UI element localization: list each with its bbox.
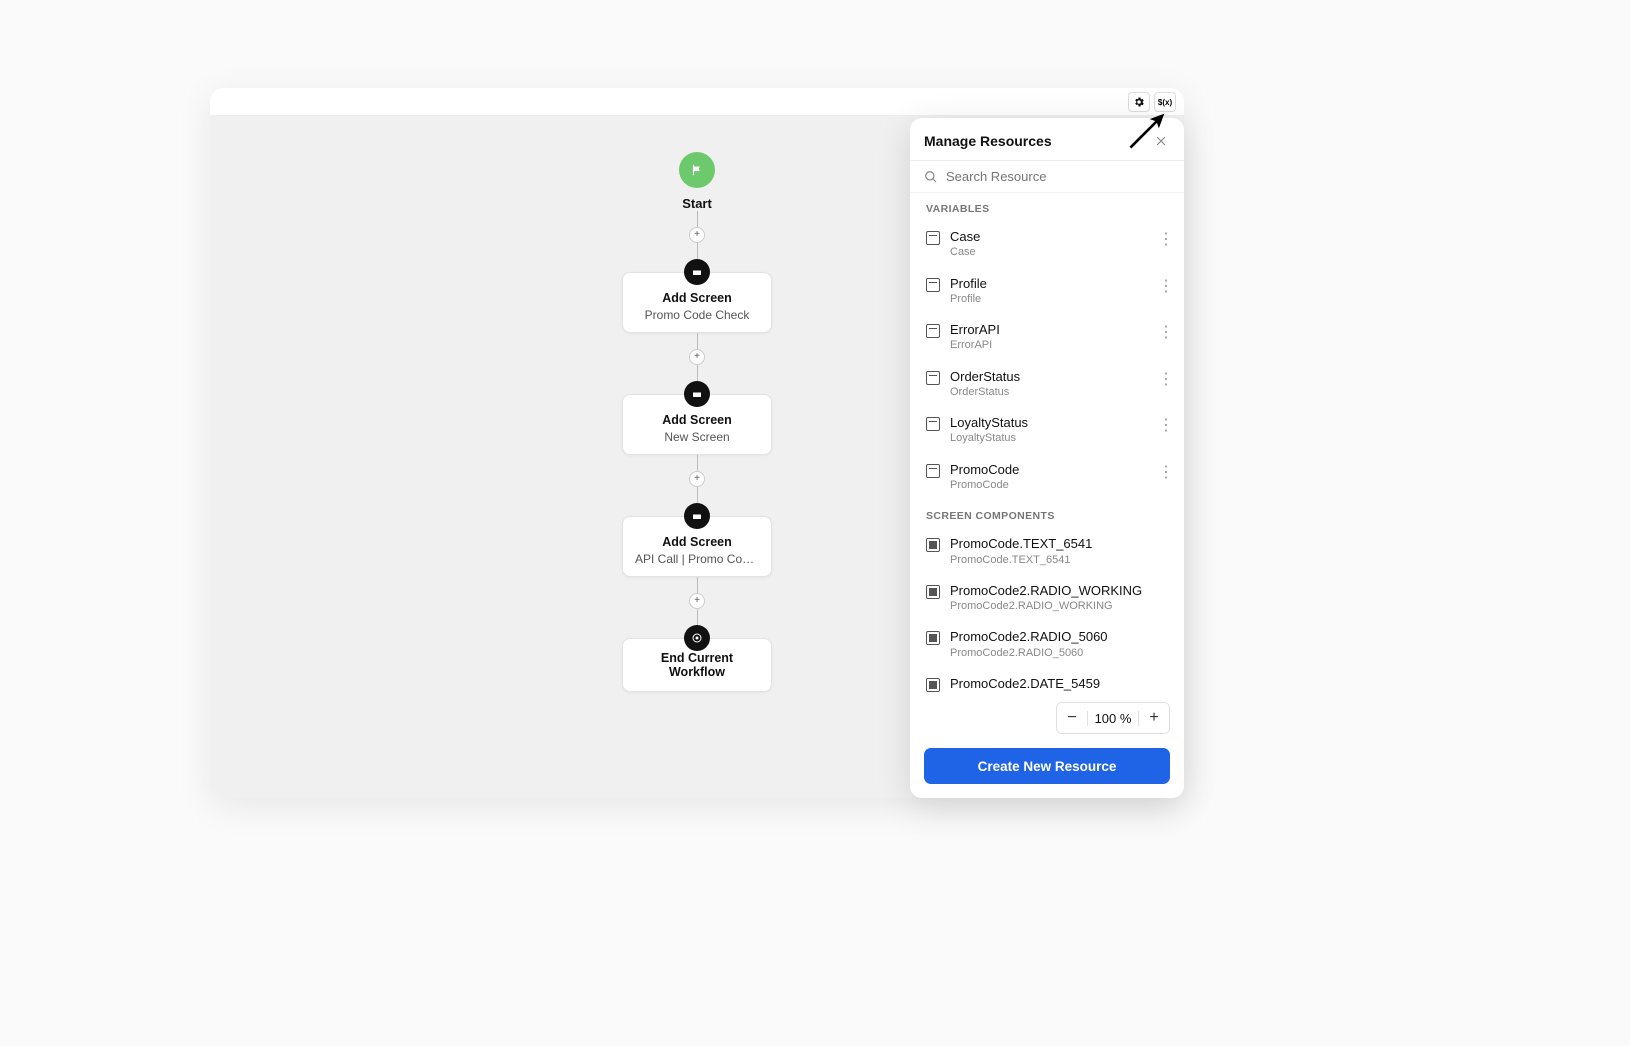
zoom-value: 100 % [1087, 711, 1139, 726]
component-item[interactable]: PromoCode2.RADIO_5060 PromoCode2.RADIO_5… [910, 621, 1184, 668]
connector [697, 577, 698, 593]
start-node[interactable] [679, 152, 715, 188]
screen-icon [691, 388, 703, 400]
component-icon [926, 631, 940, 645]
resource-sub: PromoCode.TEXT_6541 [950, 553, 1176, 567]
screen-node-cap [684, 259, 710, 285]
file-icon [926, 417, 940, 431]
component-item[interactable]: PromoCode.TEXT_6541 PromoCode.TEXT_6541 [910, 528, 1184, 575]
connector [697, 365, 698, 381]
connector [697, 211, 698, 227]
zoom-in-button[interactable]: + [1139, 703, 1169, 733]
add-step-button[interactable]: + [689, 471, 705, 487]
resource-sub: Case [950, 245, 1146, 259]
resource-name: PromoCode2.RADIO_WORKING [950, 583, 1176, 599]
item-menu-button[interactable]: ⋮ [1156, 462, 1176, 482]
section-variables: VARIABLES [910, 193, 1184, 221]
resource-sub: PromoCode2.RADIO_WORKING [950, 599, 1176, 613]
variable-item[interactable]: ErrorAPI ErrorAPI ⋮ [910, 314, 1184, 361]
item-menu-button[interactable]: ⋮ [1156, 415, 1176, 435]
zoom-out-button[interactable]: − [1057, 703, 1087, 733]
component-item[interactable]: PromoCode2.RADIO_WORKING PromoCode2.RADI… [910, 575, 1184, 622]
gear-icon [1133, 96, 1145, 108]
variable-item[interactable]: Case Case ⋮ [910, 221, 1184, 268]
item-menu-button[interactable]: ⋮ [1156, 276, 1176, 296]
workflow-column: Start + Add Screen Promo Code Check + Ad… [607, 152, 787, 692]
item-menu-button[interactable]: ⋮ [1156, 369, 1176, 389]
file-icon [926, 278, 940, 292]
resource-name: ErrorAPI [950, 322, 1146, 338]
resource-name: LoyaltyStatus [950, 415, 1146, 431]
resource-sub: OrderStatus [950, 385, 1146, 399]
file-icon [926, 371, 940, 385]
resource-sub: PromoCode2.RADIO_5060 [950, 646, 1176, 660]
screen-node-cap [684, 381, 710, 407]
connector [697, 609, 698, 625]
resource-sub: ErrorAPI [950, 338, 1146, 352]
search-icon [924, 170, 938, 184]
fx-label: $(x) [1158, 98, 1172, 107]
resource-name: Profile [950, 276, 1146, 292]
item-menu-button[interactable]: ⋮ [1156, 229, 1176, 249]
screen-node-cap [684, 503, 710, 529]
target-icon [691, 632, 703, 644]
variable-item[interactable]: OrderStatus OrderStatus ⋮ [910, 361, 1184, 408]
resource-name: PromoCode2.RADIO_5060 [950, 629, 1176, 645]
node-subtitle: New Screen [635, 430, 759, 444]
node-title: Add Screen [635, 291, 759, 305]
panel-title: Manage Resources [924, 133, 1052, 149]
screen-icon [691, 266, 703, 278]
flag-icon [690, 163, 704, 177]
variable-item[interactable]: PromoCode PromoCode ⋮ [910, 454, 1184, 501]
resource-name: Case [950, 229, 1146, 245]
resource-name: PromoCode.TEXT_6541 [950, 536, 1176, 552]
settings-button[interactable] [1128, 92, 1150, 112]
end-label: End Current Workflow [661, 651, 733, 679]
resource-name: OrderStatus [950, 369, 1146, 385]
resource-list[interactable]: VARIABLES Case Case ⋮ Profile Profile ⋮ … [910, 193, 1184, 694]
variable-item[interactable]: LoyaltyStatus LoyaltyStatus ⋮ [910, 407, 1184, 454]
node-subtitle: Promo Code Check [635, 308, 759, 322]
variable-item[interactable]: Profile Profile ⋮ [910, 268, 1184, 315]
connector [697, 243, 698, 259]
file-icon [926, 231, 940, 245]
resource-sub: Profile [950, 292, 1146, 306]
add-step-button[interactable]: + [689, 227, 705, 243]
search-input[interactable] [946, 169, 1170, 184]
connector [697, 487, 698, 503]
add-step-button[interactable]: + [689, 593, 705, 609]
component-icon [926, 585, 940, 599]
manage-resources-panel: Manage Resources VARIABLES Case Case ⋮ P… [910, 118, 1184, 798]
pointer-arrow-icon [1124, 110, 1168, 154]
variables-button[interactable]: $(x) [1154, 92, 1176, 112]
create-resource-button[interactable]: Create New Resource [924, 748, 1170, 784]
create-resource-label: Create New Resource [978, 759, 1117, 774]
component-icon [926, 538, 940, 552]
section-components: SCREEN COMPONENTS [910, 500, 1184, 528]
node-title: Add Screen [635, 535, 759, 549]
add-step-button[interactable]: + [689, 349, 705, 365]
connector [697, 455, 698, 471]
editor-topbar: $(x) [210, 88, 1184, 116]
zoom-controls: − 100 % + [910, 694, 1184, 740]
connector [697, 333, 698, 349]
item-menu-button[interactable]: ⋮ [1156, 322, 1176, 342]
component-icon [926, 678, 940, 692]
resource-name: PromoCode2.DATE_5459 [950, 676, 1176, 692]
component-item[interactable]: PromoCode2.DATE_5459 PromoCode2.DATE_545… [910, 668, 1184, 694]
end-node-cap [684, 625, 710, 651]
node-subtitle: API Call | Promo Code Det... [635, 552, 759, 566]
file-icon [926, 324, 940, 338]
resource-sub: LoyaltyStatus [950, 431, 1146, 445]
file-icon [926, 464, 940, 478]
search-row [910, 161, 1184, 193]
start-label: Start [682, 196, 712, 211]
screen-icon [691, 510, 703, 522]
resource-name: PromoCode [950, 462, 1146, 478]
node-title: Add Screen [635, 413, 759, 427]
resource-sub: PromoCode [950, 478, 1146, 492]
